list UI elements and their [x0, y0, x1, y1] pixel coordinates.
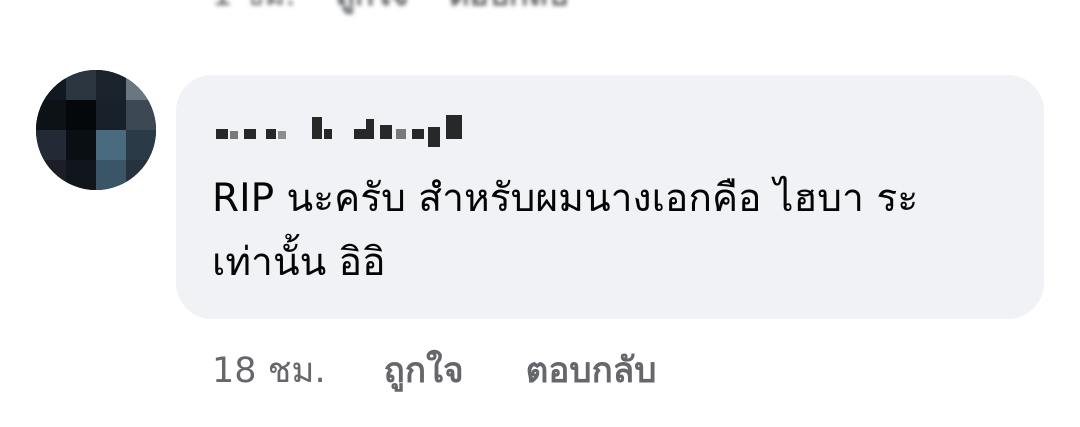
previous-like-button[interactable]: ถูกใจ [336, 0, 409, 20]
previous-comment-time: 1 ชม. [212, 0, 296, 20]
previous-comment-actions: 1 ชม. ถูกใจ ตอบกลับ [212, 0, 568, 14]
comment-text: RIP นะครับ สำหรับผมนางเอกคือ ไฮบา ระ เท่… [212, 176, 919, 285]
reply-button[interactable]: ตอบกลับ [526, 343, 657, 398]
comment-timestamp[interactable]: 18 ชม. [212, 343, 326, 398]
comment-thread: 1 ชม. ถูกใจ ตอบกลับ [0, 0, 1080, 427]
avatar[interactable] [36, 70, 156, 190]
like-button[interactable]: ถูกใจ [384, 343, 464, 398]
redacted-author-name-icon [216, 115, 462, 147]
author-name-link[interactable] [216, 109, 480, 149]
pixelated-avatar-icon [36, 70, 156, 190]
comment-actions: 18 ชม. ถูกใจ ตอบกลับ [212, 345, 656, 395]
previous-reply-button[interactable]: ตอบกลับ [449, 0, 569, 20]
comment-bubble: RIP นะครับ สำหรับผมนางเอกคือ ไฮบา ระ เท่… [176, 75, 1044, 319]
